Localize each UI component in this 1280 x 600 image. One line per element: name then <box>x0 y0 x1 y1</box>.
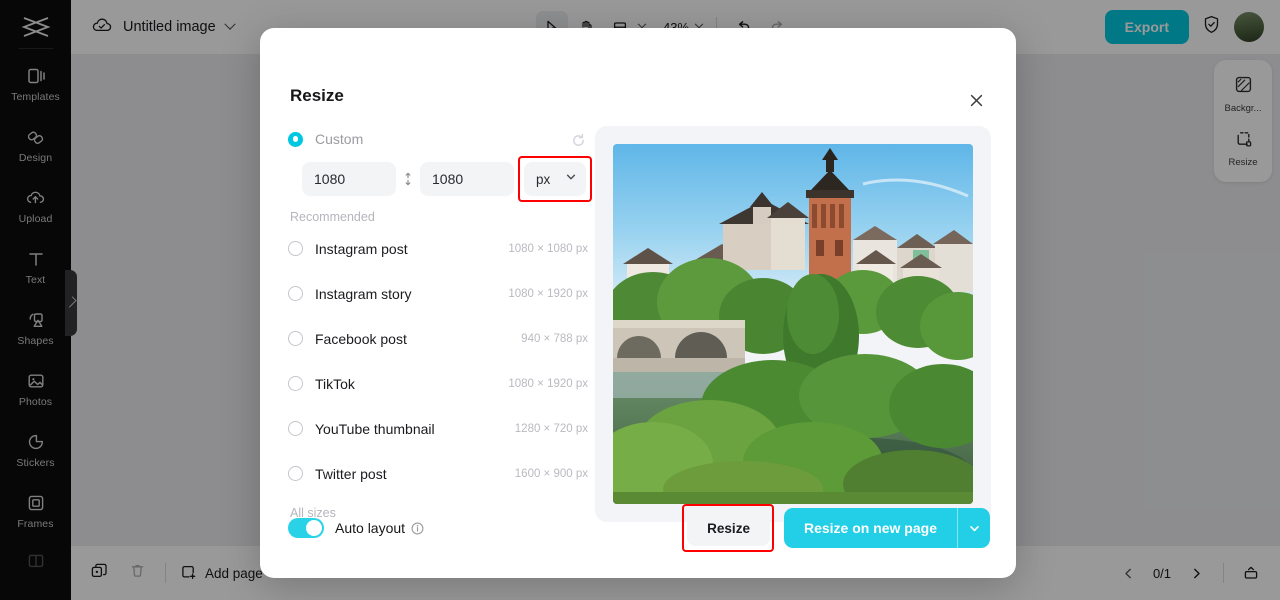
radio-preset[interactable] <box>288 376 303 391</box>
radio-preset[interactable] <box>288 466 303 481</box>
preset-facebook-post[interactable]: Facebook post 940 × 788 px <box>288 316 588 361</box>
preset-size: 940 × 788 px <box>521 332 588 345</box>
recommended-section-label: Recommended <box>290 210 375 224</box>
size-options-column: Custom 1080 1080 px Recommended Instagra… <box>288 124 592 520</box>
auto-layout-label: Auto layout <box>335 520 406 536</box>
radio-preset[interactable] <box>288 331 303 346</box>
resize-on-new-page-button[interactable]: Resize on new page <box>783 508 990 548</box>
preset-label: YouTube thumbnail <box>315 420 435 437</box>
preset-size: 1080 × 1920 px <box>508 377 588 390</box>
preset-label: Instagram post <box>315 240 408 257</box>
info-icon[interactable] <box>411 522 424 535</box>
custom-size-inputs: px <box>302 156 592 202</box>
preset-size: 1080 × 1920 px <box>508 287 588 300</box>
resize-dialog: Resize Custom 1080 1080 px Recommended I… <box>260 28 1016 578</box>
preview-image <box>613 144 973 504</box>
chevron-down-icon <box>565 170 577 188</box>
dialog-footer: Auto layout Resize Resize on new page <box>288 504 990 552</box>
width-input[interactable] <box>302 162 396 196</box>
resize-preview-card <box>595 126 991 522</box>
preset-youtube-thumbnail[interactable]: YouTube thumbnail 1280 × 720 px <box>288 406 588 451</box>
dialog-actions: Resize Resize on new page <box>682 504 990 552</box>
resize-on-new-page-label: Resize on new page <box>803 520 937 536</box>
unit-select-wrapper: px <box>518 156 592 202</box>
preset-size: 1600 × 900 px <box>514 467 588 480</box>
preset-twitter-post[interactable]: Twitter post 1600 × 900 px <box>288 451 588 496</box>
dialog-title: Resize <box>290 86 344 105</box>
unit-select[interactable]: px <box>524 162 586 196</box>
radio-preset[interactable] <box>288 421 303 436</box>
radio-preset[interactable] <box>288 286 303 301</box>
preset-instagram-post[interactable]: Instagram post 1080 × 1080 px <box>288 226 588 271</box>
auto-layout-toggle[interactable] <box>288 518 324 538</box>
radio-preset[interactable] <box>288 241 303 256</box>
radio-custom[interactable] <box>288 131 303 147</box>
preset-tiktok[interactable]: TikTok 1080 × 1920 px <box>288 361 588 406</box>
option-custom[interactable]: Custom <box>288 124 588 154</box>
preset-size: 1080 × 1080 px <box>508 242 588 255</box>
link-dimensions-icon[interactable] <box>399 168 417 190</box>
height-input[interactable] <box>420 162 514 196</box>
chevron-down-icon[interactable] <box>958 508 990 548</box>
capcut-editor-window: Templates Design Upload Text Shapes Phot… <box>0 0 1280 600</box>
unit-value: px <box>536 171 551 187</box>
reset-circle-icon[interactable] <box>571 133 586 153</box>
preset-label: Twitter post <box>315 465 387 482</box>
preset-label: TikTok <box>315 375 355 392</box>
resize-button[interactable]: Resize <box>687 510 770 546</box>
option-custom-label: Custom <box>315 131 364 147</box>
preset-size: 1280 × 720 px <box>514 422 588 435</box>
preset-label: Instagram story <box>315 285 412 302</box>
close-icon[interactable] <box>962 86 990 114</box>
preset-instagram-story[interactable]: Instagram story 1080 × 1920 px <box>288 271 588 316</box>
preset-label: Facebook post <box>315 330 407 347</box>
